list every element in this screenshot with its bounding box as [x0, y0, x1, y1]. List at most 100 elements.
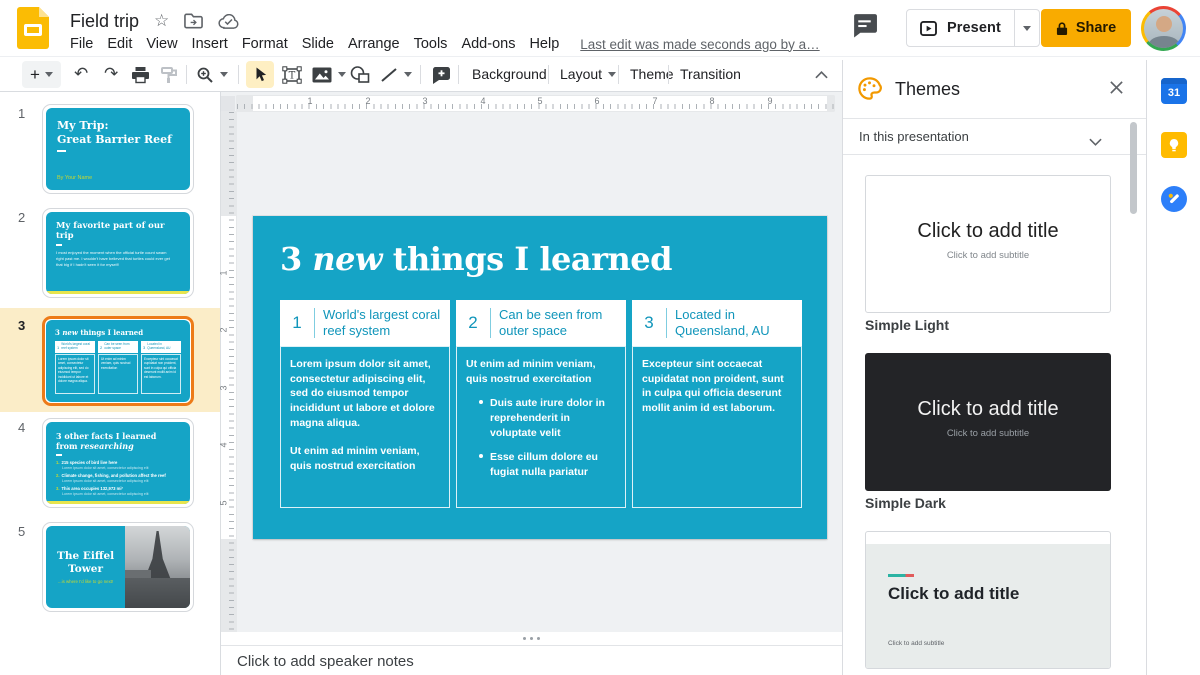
text-box-button[interactable]: T — [282, 57, 302, 92]
palette-icon — [856, 75, 883, 107]
current-slide[interactable]: 3 new things I learned 1 World's largest… — [253, 216, 827, 539]
insert-comment-button[interactable] — [432, 57, 451, 92]
move-folder-icon[interactable] — [184, 13, 204, 29]
zoom-caret[interactable] — [220, 72, 228, 77]
hide-menus-chevron[interactable] — [808, 57, 834, 92]
select-tool-button[interactable] — [246, 61, 274, 88]
menu-insert[interactable]: Insert — [185, 32, 235, 56]
layout-button[interactable]: Layout — [560, 57, 617, 92]
zoom-icon — [197, 67, 213, 83]
menu-tools[interactable]: Tools — [407, 32, 455, 56]
slide-1-number: 1 — [18, 106, 26, 121]
menu-help[interactable]: Help — [522, 32, 566, 56]
image-caret[interactable] — [338, 72, 346, 77]
image-icon — [312, 67, 332, 82]
slide-2-number: 2 — [18, 210, 26, 225]
theme-simple-dark[interactable]: Click to add title Click to add subtitle — [865, 353, 1111, 491]
layout-caret — [608, 72, 617, 77]
thumb1-title: My Trip: Great Barrier Reef — [57, 119, 172, 146]
slide-4-thumbnail[interactable]: 3 other facts I learned from researching… — [42, 418, 194, 508]
thumb5-title: The Eiffel Tower — [57, 549, 115, 575]
thumb1-byline: By Your Name — [57, 175, 93, 181]
insert-shape-button[interactable] — [350, 57, 370, 92]
menu-edit[interactable]: Edit — [100, 32, 139, 56]
app-header: Field trip ☆ File Edit View Insert Forma… — [0, 0, 1200, 57]
insert-image-button[interactable] — [312, 57, 346, 92]
slide-3-thumbnail-selected[interactable]: 3 new things I learned 1 World's largest … — [42, 316, 194, 406]
chevron-down-icon — [1089, 133, 1102, 151]
themes-panel-title: Themes — [895, 79, 961, 99]
close-panel-icon[interactable] — [1109, 80, 1124, 100]
background-button[interactable]: Background — [472, 57, 547, 92]
undo-button[interactable]: ↶ — [74, 57, 88, 92]
column-1-number: 1 — [292, 313, 302, 332]
transition-button[interactable]: Transition — [680, 57, 741, 92]
vertical-ruler: 1 2 3 4 5 — [219, 112, 236, 632]
eiffel-tower-photo — [125, 526, 190, 608]
ruler-corner — [221, 96, 235, 111]
star-icon[interactable]: ☆ — [154, 12, 169, 30]
present-icon — [920, 20, 937, 36]
comment-plus-icon — [433, 66, 450, 84]
menu-format[interactable]: Format — [235, 32, 295, 56]
slide-column-3[interactable]: 3 Located in Queensland, AU Excepteur si… — [632, 300, 802, 508]
zoom-button[interactable] — [196, 57, 228, 92]
thumb5-subtitle: ...is where I'd like to go next! — [57, 579, 114, 585]
present-options-caret[interactable] — [1013, 10, 1039, 46]
keep-icon[interactable] — [1161, 132, 1187, 158]
shape-icon — [350, 66, 370, 83]
menu-arrange[interactable]: Arrange — [341, 32, 407, 56]
present-button-group: Present — [906, 9, 1040, 47]
slide-filmstrip: 1 My Trip: Great Barrier Reef By Your Na… — [0, 92, 221, 675]
themes-panel: Themes In this presentation Click to add… — [842, 60, 1146, 675]
menu-view[interactable]: View — [139, 32, 184, 56]
new-slide-button[interactable]: + — [22, 61, 61, 88]
slide-title[interactable]: 3 new things I learned — [280, 240, 672, 278]
column-3-body[interactable]: Excepteur sint occaecat cupidatat non pr… — [632, 346, 802, 508]
slide-1-thumbnail[interactable]: My Trip: Great Barrier Reef By Your Name — [42, 104, 194, 194]
share-label: Share — [1075, 20, 1117, 36]
column-2-body[interactable]: Ut enim ad minim veniam, quis nostrud ex… — [456, 346, 626, 508]
calendar-icon[interactable]: 31 — [1161, 78, 1187, 104]
slide-2-thumbnail[interactable]: My favorite part of our trip I most enjo… — [42, 208, 194, 298]
present-button[interactable]: Present — [907, 10, 1014, 46]
account-avatar[interactable] — [1141, 6, 1186, 51]
share-button[interactable]: Share — [1041, 9, 1131, 47]
menu-addons[interactable]: Add-ons — [454, 32, 522, 56]
panel-scrollbar[interactable] — [1130, 122, 1137, 214]
menu-file[interactable]: File — [63, 32, 100, 56]
cloud-saved-icon[interactable] — [218, 13, 239, 29]
column-3-number: 3 — [644, 313, 654, 332]
theme-card-third[interactable]: Click to add title Click to add subtitle — [865, 531, 1111, 669]
column-2-title: Can be seen from outer space — [499, 307, 603, 338]
slide-3-number: 3 — [18, 318, 26, 333]
menu-bar: File Edit View Insert Format Slide Arran… — [63, 32, 820, 56]
theme-simple-light[interactable]: Click to add title Click to add subtitle — [865, 175, 1111, 313]
open-comments-icon[interactable] — [851, 13, 878, 43]
insert-line-button[interactable] — [380, 57, 412, 92]
notes-resize-handle[interactable] — [221, 632, 842, 646]
thumb3-title: 3 new things I learned — [55, 328, 144, 337]
workspace-side-rail: 31 — [1146, 60, 1200, 675]
tasks-icon[interactable] — [1161, 186, 1187, 212]
slide-column-1[interactable]: 1 World's largest coral reef system Lore… — [280, 300, 450, 508]
toolbar: + ↶ ↷ T Background Layout Theme Transiti… — [0, 57, 842, 92]
line-caret[interactable] — [404, 72, 412, 77]
document-title[interactable]: Field trip — [70, 11, 139, 32]
slide-column-2[interactable]: 2 Can be seen from outer space Ut enim a… — [456, 300, 626, 508]
slide-5-thumbnail[interactable]: The Eiffel Tower ...is where I'd like to… — [42, 522, 194, 612]
google-slides-logo[interactable] — [17, 7, 49, 49]
column-1-body[interactable]: Lorem ipsum dolor sit amet, consectetur … — [280, 346, 450, 508]
paint-format-icon[interactable] — [160, 57, 178, 92]
print-icon[interactable] — [131, 57, 150, 92]
redo-button[interactable]: ↷ — [104, 57, 118, 92]
new-slide-caret[interactable] — [44, 72, 53, 77]
line-icon — [381, 67, 397, 82]
theme-label-simple-light: Simple Light — [865, 317, 949, 333]
speaker-notes[interactable]: Click to add speaker notes — [221, 647, 842, 675]
in-this-presentation-section[interactable]: In this presentation — [843, 119, 1146, 155]
column-3-title: Located in Queensland, AU — [675, 307, 770, 338]
horizontal-ruler: 1 2 3 4 5 6 7 8 9 — [237, 96, 834, 111]
menu-slide[interactable]: Slide — [295, 32, 341, 56]
last-edit-link[interactable]: Last edit was made seconds ago by a… — [580, 37, 819, 52]
